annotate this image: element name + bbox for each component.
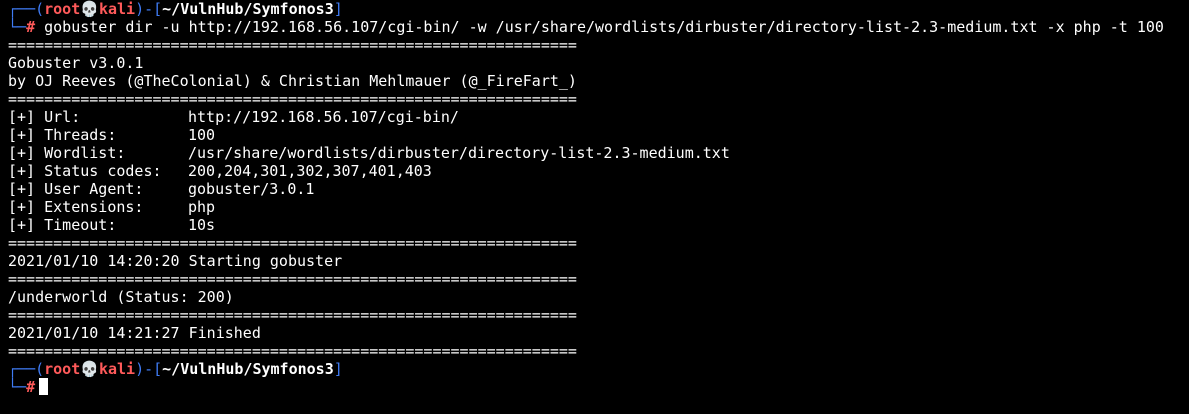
setting-value: 100	[188, 126, 216, 144]
prompt-path: ~/VulnHub/Symfonos3	[162, 360, 334, 378]
setting-row: [+] User Agent: gobuster/3.0.1	[8, 180, 1189, 198]
prompt-frame-top: ┌──(	[8, 360, 45, 378]
separator: ========================================…	[8, 270, 577, 288]
setting-value: gobuster/3.0.1	[188, 180, 315, 198]
separator: ========================================…	[8, 234, 577, 252]
setting-value: http://192.168.56.107/cgi-bin/	[188, 108, 459, 126]
setting-key: [+] Timeout:	[8, 216, 117, 234]
setting-value: /usr/share/wordlists/dirbuster/directory…	[188, 144, 730, 162]
separator: ========================================…	[8, 90, 577, 108]
setting-key: [+] Extensions:	[8, 198, 144, 216]
prompt-host: kali	[98, 0, 136, 18]
setting-row: [+] Threads: 100	[8, 126, 1189, 144]
setting-key: [+] User Agent:	[8, 180, 144, 198]
banner-authors: by OJ Reeves (@TheColonial) & Christian …	[8, 72, 577, 90]
setting-row: [+] Extensions: php	[8, 198, 1189, 216]
prompt-frame-mid: )-[	[135, 0, 163, 18]
prompt-hash: #	[26, 378, 36, 396]
terminal-window[interactable]: ┌──(root💀kali)-[~/VulnHub/Symfonos3] └─#…	[0, 0, 1189, 414]
prompt-user: root	[44, 360, 81, 378]
prompt-hash: #	[26, 18, 36, 36]
separator: ========================================…	[8, 306, 577, 324]
command-line-2[interactable]: └─#	[8, 378, 1189, 396]
banner-version: Gobuster v3.0.1	[8, 54, 144, 72]
prompt-host: kali	[98, 360, 136, 378]
prompt-line-2: ┌──(root💀kali)-[~/VulnHub/Symfonos3]	[8, 360, 1189, 378]
separator: ========================================…	[8, 342, 577, 360]
setting-value: 10s	[188, 216, 216, 234]
setting-key: [+] Threads:	[8, 126, 117, 144]
setting-key: [+] Status codes:	[8, 162, 162, 180]
skull-icon: 💀	[80, 0, 99, 18]
prompt-frame-top: ┌──(	[8, 0, 45, 18]
setting-key: [+] Url:	[8, 108, 81, 126]
prompt-line-1: ┌──(root💀kali)-[~/VulnHub/Symfonos3]	[8, 0, 1189, 18]
prompt-frame-end: ]	[333, 0, 343, 18]
setting-row: [+] Timeout: 10s	[8, 216, 1189, 234]
setting-row: [+] Status codes: 200,204,301,302,307,401…	[8, 162, 1189, 180]
prompt-frame-bottom: └─	[8, 18, 27, 36]
prompt-frame-end: ]	[333, 360, 343, 378]
finish-message: 2021/01/10 14:21:27 Finished	[8, 324, 261, 342]
skull-icon: 💀	[80, 360, 99, 378]
prompt-frame-mid: )-[	[135, 360, 163, 378]
setting-row: [+] Wordlist: /usr/share/wordlists/dirbus…	[8, 144, 1189, 162]
separator: ========================================…	[8, 36, 577, 54]
prompt-user: root	[44, 0, 81, 18]
setting-row: [+] Url: http://192.168.56.107/cgi-bin/	[8, 108, 1189, 126]
setting-key: [+] Wordlist:	[8, 144, 126, 162]
command-text: gobuster dir -u http://192.168.56.107/cg…	[35, 18, 1164, 36]
prompt-frame-bottom: └─	[8, 378, 27, 396]
text-cursor[interactable]	[39, 378, 49, 395]
start-message: 2021/01/10 14:20:20 Starting gobuster	[8, 252, 343, 270]
setting-value: 200,204,301,302,307,401,403	[188, 162, 432, 180]
command-line-1: └─# gobuster dir -u http://192.168.56.10…	[8, 18, 1189, 36]
prompt-path: ~/VulnHub/Symfonos3	[162, 0, 334, 18]
result-line: /underworld (Status: 200)	[8, 288, 234, 306]
setting-value: php	[188, 198, 216, 216]
